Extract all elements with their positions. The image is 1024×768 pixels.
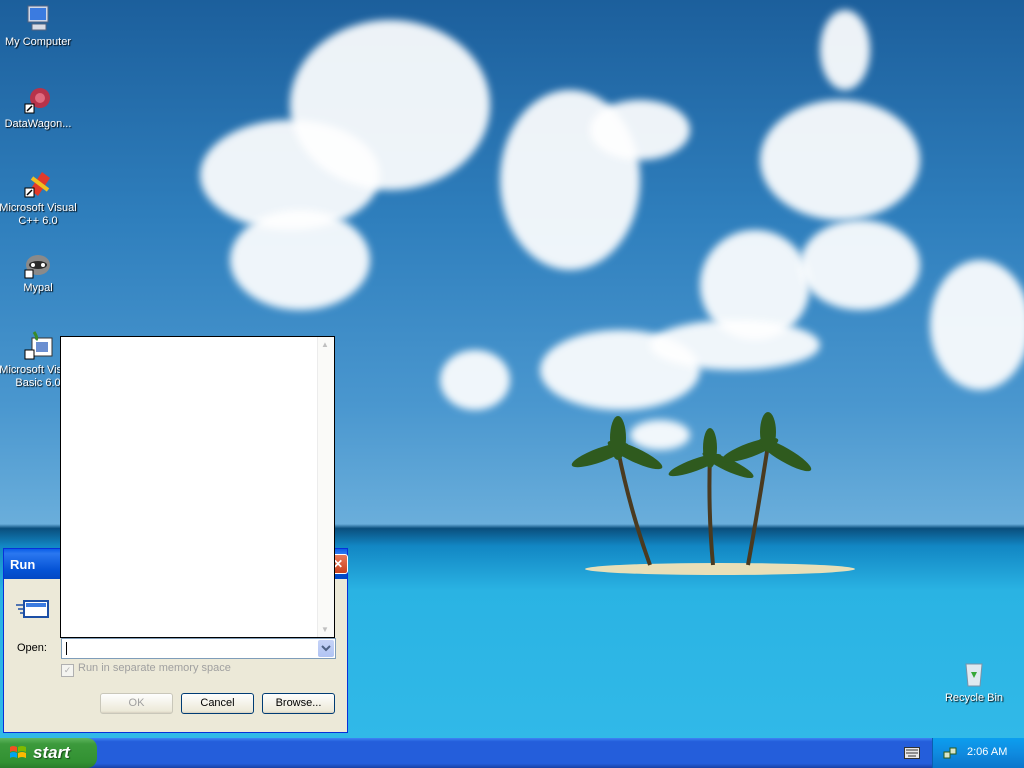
windows-logo-icon xyxy=(10,746,26,758)
recycle-bin-icon xyxy=(965,663,983,687)
separate-memory-checkbox[interactable]: ✓ Run in separate memory space xyxy=(61,662,231,677)
run-program-icon xyxy=(16,600,49,618)
visual-cpp-shortcut-icon xyxy=(24,172,50,198)
dropdown-button[interactable] xyxy=(318,640,334,657)
scroll-down-icon[interactable]: ▼ xyxy=(321,625,329,634)
cloud xyxy=(650,320,820,370)
scroll-up-icon[interactable]: ▲ xyxy=(321,340,329,349)
clock[interactable]: 2:06 AM xyxy=(967,746,1007,758)
desktop-icon-my-computer[interactable]: My Computer xyxy=(0,2,78,49)
system-tray: 2:06 AM xyxy=(932,738,1024,768)
mypal-shortcut-icon xyxy=(24,255,50,279)
run-dialog-title: Run xyxy=(10,557,36,572)
cloud xyxy=(230,210,370,310)
text-cursor xyxy=(66,642,67,655)
desktop-icon-mypal[interactable]: Mypal xyxy=(0,248,78,295)
keyboard-icon[interactable] xyxy=(904,747,920,759)
cloud xyxy=(820,10,870,90)
network-icon[interactable] xyxy=(943,746,957,760)
desktop-icon-label: Microsoft Visual C++ 6.0 xyxy=(0,202,77,227)
open-label: Open: xyxy=(17,642,47,654)
ok-button[interactable]: OK xyxy=(100,693,173,714)
desktop-icon-label: Recycle Bin xyxy=(944,692,1004,704)
desktop-icon-datawagon[interactable]: DataWagon... xyxy=(0,84,78,131)
desktop-icon-recycle-bin[interactable]: Recycle Bin xyxy=(934,658,1014,705)
cloud xyxy=(760,100,920,220)
browse-button[interactable]: Browse... xyxy=(262,693,335,714)
desktop-icon-label: DataWagon... xyxy=(4,118,72,130)
start-label: start xyxy=(33,743,70,762)
cloud xyxy=(440,350,510,410)
datawagon-shortcut-icon xyxy=(24,88,50,114)
separate-memory-label: Run in separate memory space xyxy=(78,662,231,674)
taskbar: start 2:06 AM xyxy=(0,738,1024,768)
palm-trees xyxy=(571,412,812,566)
cancel-button[interactable]: Cancel xyxy=(181,693,254,714)
open-combobox[interactable] xyxy=(61,638,336,659)
checkbox-checked-icon: ✓ xyxy=(61,664,74,677)
scrollbar[interactable]: ▲ ▼ xyxy=(317,337,334,637)
cloud xyxy=(590,100,690,160)
desktop-icon-label: Mypal xyxy=(23,282,53,294)
desktop-icon-visual-cpp[interactable]: Microsoft Visual C++ 6.0 xyxy=(0,168,78,228)
visual-basic-shortcut-icon xyxy=(24,331,53,360)
cloud xyxy=(930,260,1024,390)
cloud xyxy=(800,220,920,310)
desktop-icon-label: My Computer xyxy=(4,36,72,48)
cloud xyxy=(290,20,490,190)
start-button[interactable]: start xyxy=(0,738,97,768)
computer-icon xyxy=(27,5,49,31)
chevron-down-icon xyxy=(321,645,331,652)
open-dropdown-list[interactable]: ▲ ▼ xyxy=(60,336,335,638)
